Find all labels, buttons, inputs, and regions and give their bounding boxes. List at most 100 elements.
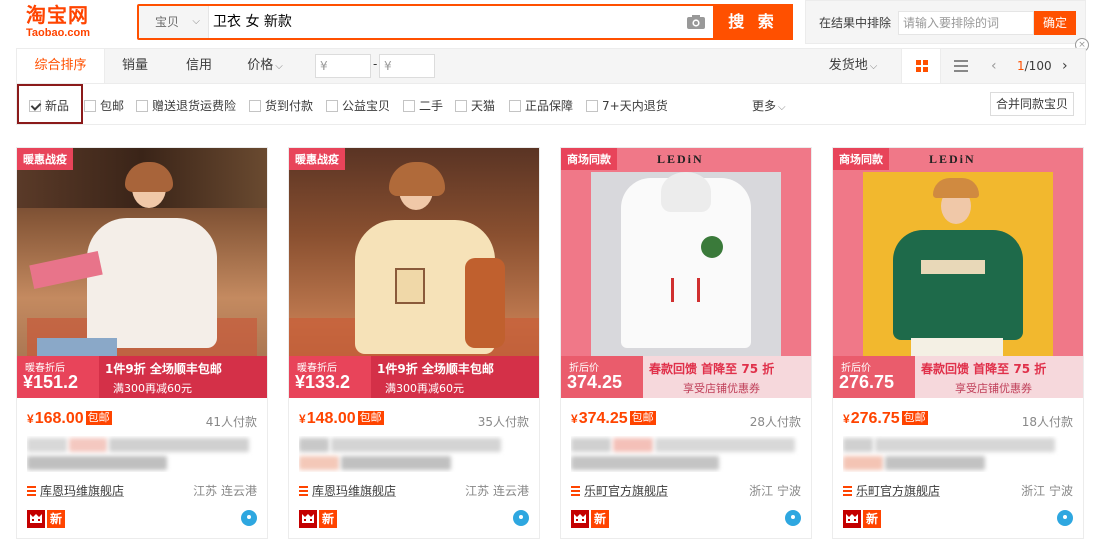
filter-label: 二手 [419, 99, 444, 113]
product-card[interactable]: 商场同款 LEDiN 折后价 374.25 春款回馈 首降至 75 折 享受店铺… [560, 147, 812, 539]
checkbox-checked-icon[interactable] [29, 100, 41, 112]
filter-cash-on-delivery[interactable]: 货到付款 [249, 97, 313, 113]
image-price-banner: 暖春折后 ¥151.2 1件9折 全场顺丰包邮 满300再减60元 [17, 356, 267, 398]
page-total: /100 [1024, 59, 1052, 73]
camera-icon[interactable] [687, 15, 705, 29]
product-title-blurred[interactable] [571, 436, 801, 472]
wangwang-chat-icon[interactable] [241, 510, 257, 526]
wangwang-chat-icon[interactable] [785, 510, 801, 526]
price-min-input[interactable]: ¥ [315, 54, 371, 78]
more-filters-button[interactable]: 更多 ⌵ [752, 97, 786, 114]
filter-return-insurance[interactable]: 赠送退货运费险 [136, 97, 236, 113]
list-view-button[interactable] [941, 49, 981, 83]
filter-second-hand[interactable]: 二手 [403, 97, 443, 113]
filter-label: 包邮 [100, 99, 125, 113]
product-sales: 18人付款 [1021, 415, 1073, 429]
product-image[interactable]: 暖惠战疫 暖春折后 ¥133.2 1件9折 全场顺丰包邮 满300再减60元 [289, 148, 539, 398]
tmall-icon[interactable] [27, 510, 45, 528]
search-type-select[interactable]: 宝贝 ⌵ [139, 6, 209, 38]
product-card[interactable]: 暖惠战疫 暖春折后 ¥133.2 1件9折 全场顺丰包邮 满300再减60元 ¥… [288, 147, 540, 539]
filter-free-shipping[interactable]: 包邮 [84, 97, 124, 113]
filter-charity[interactable]: 公益宝贝 [326, 97, 390, 113]
checkbox-icon[interactable] [84, 100, 96, 112]
filter-7day-return[interactable]: 7+天内退货 [586, 97, 668, 113]
banner-amount: 276.75 [839, 372, 895, 392]
image-price-banner: 折后价 276.75 春款回馈 首降至 75 折 享受店铺优惠券 [833, 356, 1083, 398]
price-range-dash: - [373, 57, 378, 71]
checkbox-icon[interactable] [403, 100, 415, 112]
taobao-logo[interactable]: 淘宝网 Taobao.com [26, 3, 116, 43]
tmall-icon[interactable] [843, 510, 861, 528]
sort-default-tab[interactable]: 综合排序 [17, 49, 105, 83]
search-type-label: 宝贝 [155, 15, 180, 29]
filter-label: 公益宝贝 [342, 99, 391, 113]
ship-from-dropdown[interactable]: 发货地 ⌵ [823, 49, 883, 83]
shop-location: 浙江 宁波 [1021, 484, 1073, 498]
checkbox-icon[interactable] [326, 100, 338, 112]
filter-genuine[interactable]: 正品保障 [509, 97, 573, 113]
freeship-badge: 包邮 [629, 411, 656, 425]
shop-location: 浙江 宁波 [749, 484, 801, 498]
page-next-button[interactable]: › [1062, 58, 1068, 74]
checkbox-icon[interactable] [586, 100, 598, 112]
banner-line1: 1件9折 全场顺丰包邮 [105, 362, 222, 376]
product-card[interactable]: 暖惠战疫 暖春折后 ¥151.2 1件9折 全场顺丰包邮 满300再减60元 ¥… [16, 147, 268, 539]
shop-icon [843, 486, 852, 496]
page-indicator: 1/100 [1017, 59, 1052, 73]
shop-link[interactable]: 库恩玛维旗舰店 [299, 482, 396, 499]
checkbox-icon[interactable] [249, 100, 261, 112]
checkbox-icon[interactable] [455, 100, 467, 112]
shop-link[interactable]: 乐町官方旗舰店 [571, 482, 668, 499]
sort-price-tab[interactable]: 价格 ⌵ [241, 49, 289, 83]
tmall-icon[interactable] [571, 510, 589, 528]
model-sweatshirt [87, 218, 217, 348]
image-promo-tag: 商场同款 [833, 148, 889, 170]
image-promo-tag: 暖惠战疫 [289, 148, 345, 170]
shop-link[interactable]: 库恩玛维旗舰店 [27, 482, 124, 499]
search-input[interactable]: 卫衣 女 新款 [213, 6, 673, 38]
exclude-keyword-area: 在结果中排除 请输入要排除的词 确定 [805, 0, 1086, 44]
filter-new[interactable]: 新品 [29, 97, 69, 113]
chevron-down-icon: ⌵ [192, 16, 200, 27]
search-button[interactable]: 搜 索 [713, 4, 793, 40]
chevron-down-icon: ⌵ [869, 61, 878, 72]
product-title-blurred[interactable] [843, 436, 1073, 472]
shop-icon [571, 486, 580, 496]
product-sales: 28人付款 [749, 415, 801, 429]
wangwang-chat-icon[interactable] [1057, 510, 1073, 526]
price-value: 276.75 [850, 410, 900, 427]
shop-name: 乐町官方旗舰店 [584, 484, 669, 498]
price-symbol: ¥ [843, 412, 850, 426]
price-max-input[interactable]: ¥ [379, 54, 435, 78]
product-title-blurred[interactable] [27, 436, 257, 472]
filter-label: 赠送退货运费险 [152, 99, 237, 113]
merge-same-button[interactable]: 合并同款宝贝 [990, 92, 1074, 116]
price-symbol: ¥ [571, 412, 578, 426]
product-card[interactable]: 商场同款 LEDiN 折后价 276.75 春款回馈 首降至 75 折 享受店铺… [832, 147, 1084, 539]
blur-segment [299, 438, 329, 452]
page-current: 1 [1017, 59, 1025, 73]
filter-tmall[interactable]: 天猫 [455, 97, 495, 113]
banner-right: 春款回馈 首降至 75 折 享受店铺优惠券 [643, 356, 811, 398]
product-price: ¥374.25 包邮 [571, 410, 656, 428]
sort-credit-tab[interactable]: 信用 [175, 49, 223, 83]
product-image[interactable]: 商场同款 LEDiN 折后价 374.25 春款回馈 首降至 75 折 享受店铺… [561, 148, 811, 398]
product-image[interactable]: 商场同款 LEDiN 折后价 276.75 春款回馈 首降至 75 折 享受店铺… [833, 148, 1083, 398]
grid-view-button[interactable] [901, 49, 941, 83]
tmall-icon[interactable] [299, 510, 317, 528]
blur-segment [341, 456, 451, 470]
product-title-blurred[interactable] [299, 436, 529, 472]
new-badge: 新 [591, 510, 609, 528]
shop-link[interactable]: 乐町官方旗舰店 [843, 482, 940, 499]
blur-segment [885, 456, 985, 470]
blur-segment [843, 456, 883, 470]
exclude-input[interactable]: 请输入要排除的词 [898, 11, 1034, 35]
sort-sales-tab[interactable]: 销量 [111, 49, 159, 83]
banner-amount: ¥133.2 [295, 372, 351, 392]
exclude-confirm-button[interactable]: 确定 [1034, 11, 1076, 35]
checkbox-icon[interactable] [136, 100, 148, 112]
page-prev-button[interactable]: ‹ [991, 58, 997, 74]
checkbox-icon[interactable] [509, 100, 521, 112]
product-image[interactable]: 暖惠战疫 暖春折后 ¥151.2 1件9折 全场顺丰包邮 满300再减60元 [17, 148, 267, 398]
wangwang-chat-icon[interactable] [513, 510, 529, 526]
